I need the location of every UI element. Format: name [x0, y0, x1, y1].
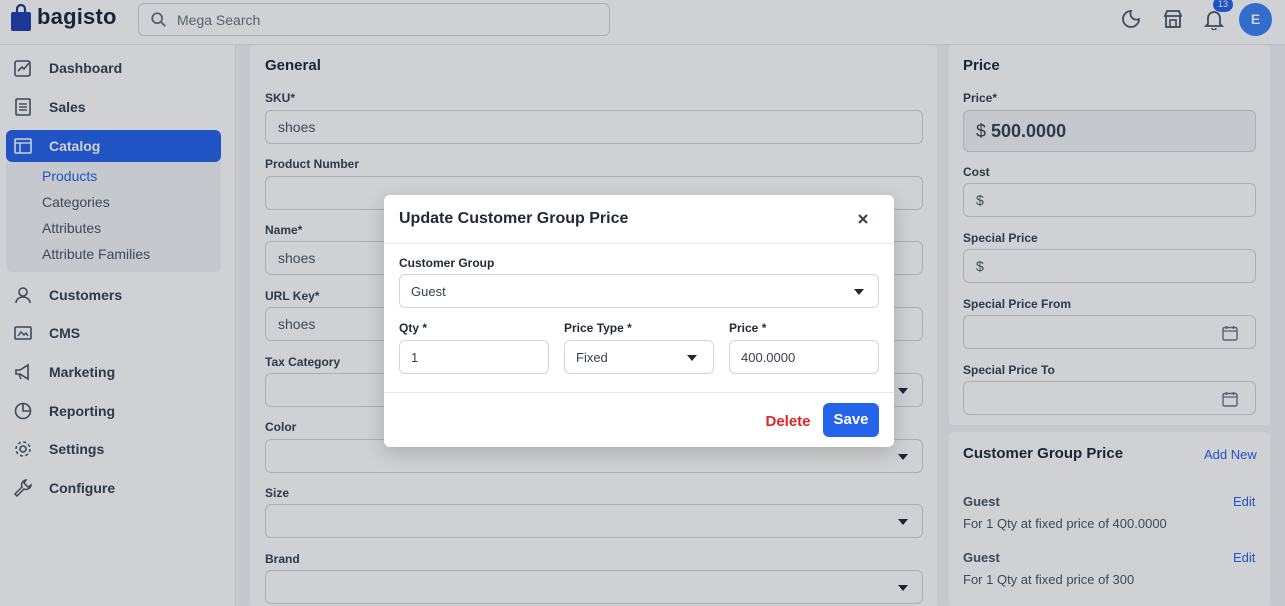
chevron-down-icon [687, 355, 697, 361]
modal-divider [384, 392, 894, 393]
customer-group-label: Customer Group [399, 256, 495, 270]
qty-label: Qty * [399, 321, 428, 335]
price-type-value: Fixed [576, 349, 608, 365]
update-customer-group-price-modal: Update Customer Group Price Customer Gro… [384, 195, 894, 447]
price-type-select[interactable]: Fixed [564, 340, 714, 374]
delete-button[interactable]: Delete [746, 405, 830, 439]
customer-group-select[interactable]: Guest [399, 274, 879, 308]
qty-input[interactable]: 1 [399, 340, 549, 374]
modal-title: Update Customer Group Price [399, 210, 629, 227]
modal-divider [384, 243, 894, 244]
close-icon[interactable] [856, 212, 870, 226]
save-button[interactable]: Save [823, 403, 879, 437]
price-type-label: Price Type * [564, 321, 632, 335]
group-price-input[interactable]: 400.0000 [729, 340, 879, 374]
customer-group-value: Guest [411, 283, 446, 299]
group-price-label: Price * [729, 321, 767, 335]
chevron-down-icon [854, 289, 864, 295]
